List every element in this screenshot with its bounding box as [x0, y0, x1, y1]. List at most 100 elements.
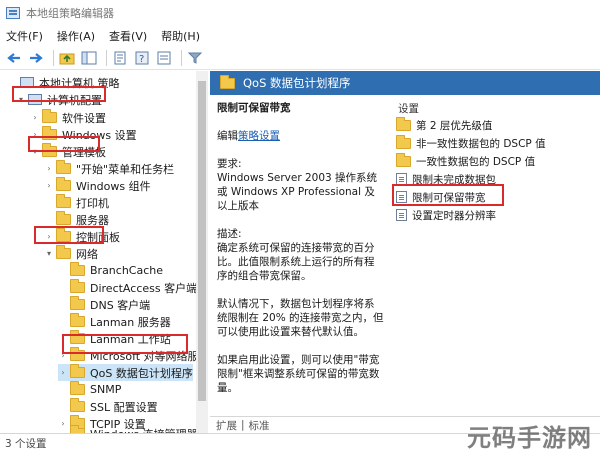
show-hide-tree-button[interactable]: [80, 49, 98, 67]
tree-item-label: "开始"菜单和任务栏: [76, 162, 175, 176]
tree-item[interactable]: › 软件设置: [30, 109, 106, 126]
menu-help[interactable]: 帮助(H): [161, 28, 200, 44]
tree-item-label: Lanman 服务器: [90, 315, 171, 329]
tree-item[interactable]: › Windows 组件: [44, 177, 151, 194]
console-tree[interactable]: 本地计算机 策略 ▾ 计算机配置 › 软件设置 › Windows 设置 ▾ 管理模板 › "开始"…: [0, 71, 208, 433]
tab-extended[interactable]: 扩展: [216, 418, 237, 433]
requirements-block: 要求: Windows Server 2003 操作系统或 Windows XP …: [217, 157, 384, 213]
settings-column-header[interactable]: 设置: [398, 101, 419, 116]
tree-item[interactable]: SNMP: [58, 381, 121, 398]
chevron-right-icon[interactable]: ›: [30, 130, 40, 139]
folder-icon: [56, 177, 71, 191]
folder-icon: [70, 398, 85, 412]
tree-item-qos-selected[interactable]: › QoS 数据包计划程序: [58, 364, 193, 381]
setting-item[interactable]: 设置定时器分辨率: [396, 207, 496, 223]
description-text: 确定系统可保留的连接带宽的百分比。此值限制系统上运行的所有程序的组合带宽保留。: [217, 242, 375, 282]
help-button[interactable]: ?: [133, 49, 151, 67]
tab-standard[interactable]: 标准: [249, 418, 270, 433]
chevron-right-icon[interactable]: ›: [58, 351, 68, 360]
tree-item[interactable]: › Microsoft 对等网络服务: [58, 347, 207, 364]
properties-button[interactable]: [155, 49, 173, 67]
extended-description: 限制可保留带宽 编辑策略设置 要求: Windows Server 2003 操作…: [210, 95, 388, 416]
tree-item-label: 管理模板: [62, 145, 106, 159]
description-block: 描述: 确定系统可保留的连接带宽的百分比。此值限制系统上运行的所有程序的组合带宽保…: [217, 227, 384, 283]
tree-item-label: Windows 设置: [62, 128, 137, 142]
default-text: 默认情况下，数据包计划程序将系统限制在 20% 的连接带宽之内，但可以使用此设置…: [217, 298, 384, 338]
menu-view[interactable]: 查看(V): [109, 28, 147, 44]
chevron-right-icon[interactable]: ›: [44, 181, 54, 190]
tree-item[interactable]: SSL 配置设置: [58, 398, 158, 415]
folder-icon: [56, 160, 71, 174]
detail-pane: QoS 数据包计划程序 限制可保留带宽 编辑策略设置 要求: Windows Se…: [210, 71, 600, 416]
tree-item[interactable]: Lanman 服务器: [58, 313, 171, 330]
folder-icon: [56, 194, 71, 208]
chevron-right-icon[interactable]: ›: [44, 164, 54, 173]
detail-header: QoS 数据包计划程序: [210, 71, 600, 95]
forward-button[interactable]: [27, 49, 45, 67]
properties-icon: [157, 51, 171, 64]
policy-editor-app-icon: [6, 7, 20, 19]
setting-label: 非一致性数据包的 DSCP 值: [416, 137, 546, 150]
tree-item[interactable]: › Windows 设置: [30, 126, 137, 143]
tree-item-partial[interactable]: Windows 连接管理器: [58, 425, 198, 433]
scrollbar-thumb[interactable]: [198, 81, 206, 401]
settings-list: 设置 第 2 层优先级值非一致性数据包的 DSCP 值一致性数据包的 DSCP …: [390, 95, 600, 416]
tree-item[interactable]: 打印机: [44, 194, 109, 211]
tree-item[interactable]: ▾ 网络: [44, 245, 98, 262]
chevron-right-icon[interactable]: ›: [44, 232, 54, 241]
tree-item[interactable]: › "开始"菜单和任务栏: [44, 160, 174, 177]
tree-item[interactable]: BranchCache: [58, 262, 163, 279]
chevron-down-icon[interactable]: ▾: [30, 147, 40, 156]
toolbar-separator: [106, 49, 107, 66]
tree-item[interactable]: 服务器: [44, 211, 109, 228]
tree-item-label: QoS 数据包计划程序: [90, 366, 193, 380]
edit-prefix: 编辑: [217, 130, 238, 142]
edit-policy-line: 编辑策略设置: [217, 129, 384, 143]
tree-item[interactable]: Lanman 工作站: [58, 330, 171, 347]
filter-button[interactable]: [186, 49, 204, 67]
setting-item[interactable]: 非一致性数据包的 DSCP 值: [396, 134, 546, 151]
folder-icon: [42, 109, 57, 123]
menu-file[interactable]: 文件(F): [6, 28, 43, 44]
up-folder-button[interactable]: [58, 49, 76, 67]
folder-icon: [70, 381, 85, 395]
tree-item[interactable]: ▾ 计算机配置: [16, 91, 102, 108]
setting-label: 第 2 层优先级值: [416, 119, 493, 132]
tree-item[interactable]: 本地计算机 策略: [8, 74, 120, 91]
folder-icon: [396, 116, 411, 131]
tree-item[interactable]: DirectAccess 客户端体: [58, 279, 207, 296]
filter-icon: [188, 52, 202, 64]
edit-policy-link[interactable]: 策略设置: [238, 130, 280, 142]
chevron-right-icon[interactable]: ›: [30, 113, 40, 122]
folder-icon: [396, 152, 411, 167]
tree-item-label: Windows 连接管理器: [90, 426, 198, 434]
tree-item[interactable]: ▾ 管理模板: [30, 143, 106, 160]
setting-limit-reservable-bandwidth[interactable]: 限制可保留带宽: [396, 189, 486, 205]
description-label: 描述:: [217, 228, 242, 240]
chevron-down-icon[interactable]: ▾: [44, 249, 54, 258]
menu-action[interactable]: 操作(A): [57, 28, 95, 44]
tree-item-label: DNS 客户端: [90, 298, 151, 312]
setting-label: 设置定时器分辨率: [412, 209, 496, 222]
tree-item-label: Lanman 工作站: [90, 332, 171, 346]
help-icon: ?: [135, 51, 149, 65]
chevron-right-icon[interactable]: ›: [58, 368, 68, 377]
requirements-text: Windows Server 2003 操作系统或 Windows XP Pro…: [217, 172, 378, 212]
setting-item[interactable]: 第 2 层优先级值: [396, 116, 493, 133]
policy-icon: [396, 209, 407, 221]
setting-item[interactable]: 一致性数据包的 DSCP 值: [396, 152, 535, 169]
computer-icon: [28, 94, 42, 105]
chevron-down-icon[interactable]: ▾: [16, 95, 26, 104]
export-list-button[interactable]: [111, 49, 129, 67]
tree-item-label: SNMP: [90, 383, 122, 396]
tree-scrollbar[interactable]: [196, 71, 208, 433]
folder-icon: [56, 228, 71, 242]
setting-item[interactable]: 限制未完成数据包: [396, 171, 496, 187]
tree-item-label: Windows 组件: [76, 179, 151, 193]
back-button[interactable]: [5, 49, 23, 67]
tree-item[interactable]: › 控制面板: [44, 228, 120, 245]
arrow-left-icon: [7, 52, 20, 63]
setting-label: 限制可保留带宽: [412, 191, 486, 204]
tree-item[interactable]: DNS 客户端: [58, 296, 150, 313]
menu-bar: 文件(F) 操作(A) 查看(V) 帮助(H): [0, 26, 600, 46]
